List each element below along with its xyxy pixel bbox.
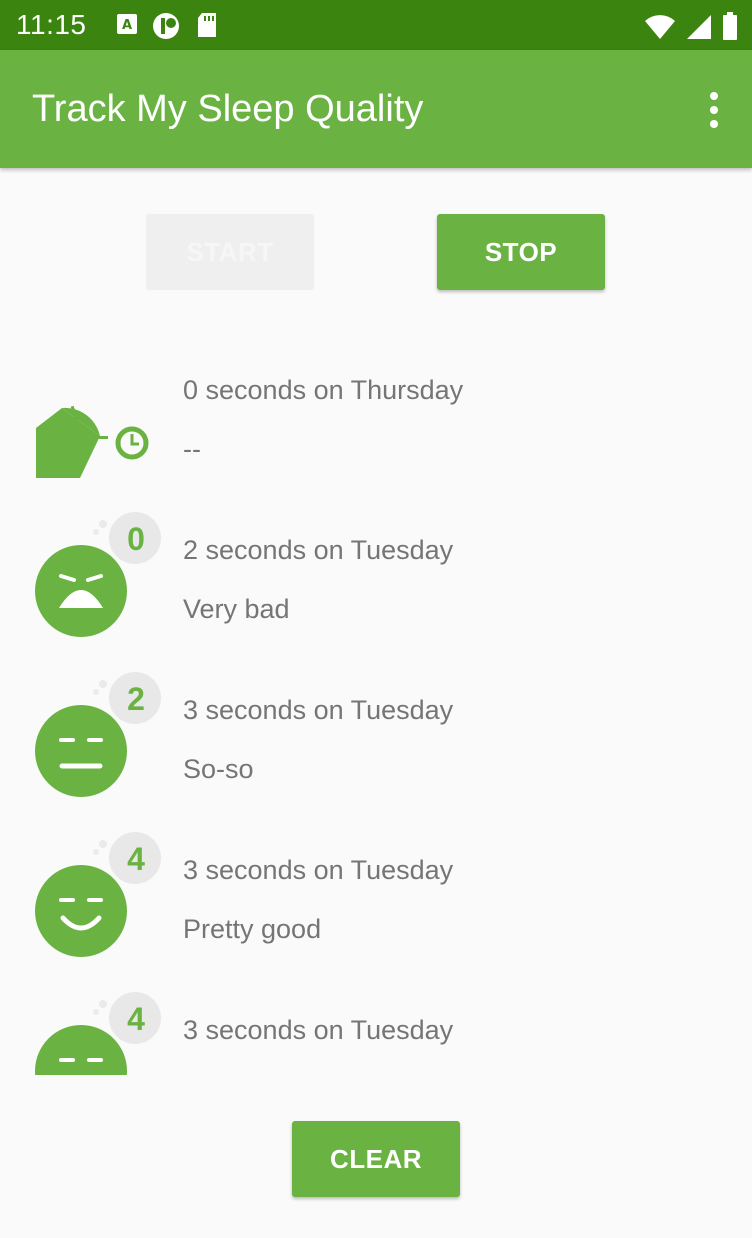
very-bad-face-icon: 0 — [35, 512, 161, 637]
more-vert-icon[interactable] — [706, 92, 722, 128]
night-quality: Very bad — [183, 594, 290, 624]
clear-button[interactable]: CLEAR — [292, 1121, 460, 1197]
status-bar: 11:15 A — [0, 0, 752, 50]
list-item[interactable]: 0 2 seconds on Tuesday Very bad — [0, 500, 752, 660]
face-icon: 4 — [35, 992, 161, 1075]
status-time: 11:15 — [16, 9, 87, 40]
active-sleep-clock-icon — [36, 405, 149, 478]
notification-icons: A — [116, 12, 218, 40]
night-duration: 2 seconds on Tuesday — [183, 535, 454, 565]
list-item[interactable]: 4 3 seconds on Tuesday — [0, 980, 752, 1075]
wifi-icon — [645, 15, 675, 39]
rating-badge: 4 — [127, 1001, 145, 1037]
svg-text:A: A — [122, 18, 132, 33]
signal-icon — [687, 15, 711, 39]
list-item[interactable]: 2 3 seconds on Tuesday So-so — [0, 660, 752, 820]
rating-badge: 2 — [127, 681, 145, 717]
rating-badge: 0 — [127, 521, 145, 557]
list-item[interactable]: 4 3 seconds on Tuesday Pretty good — [0, 820, 752, 980]
night-duration: 3 seconds on Tuesday — [183, 1015, 454, 1045]
list-item[interactable]: 0 seconds on Thursday -- — [0, 340, 752, 500]
pretty-good-face-icon: 4 — [35, 832, 161, 957]
night-duration: 3 seconds on Tuesday — [183, 855, 454, 885]
app-notification-icon — [153, 13, 179, 39]
sd-card-icon — [198, 13, 216, 37]
night-quality: So-so — [183, 754, 254, 784]
sleep-nights-list[interactable]: 0 seconds on Thursday -- 0 2 seconds on … — [0, 340, 752, 1075]
stop-button[interactable]: STOP — [437, 214, 605, 290]
app-title: Track My Sleep Quality — [32, 88, 424, 130]
night-quality: Pretty good — [183, 914, 322, 944]
start-button[interactable]: START — [146, 214, 314, 290]
night-duration: 0 seconds on Thursday — [183, 375, 464, 405]
so-so-face-icon: 2 — [35, 672, 161, 797]
night-duration: 3 seconds on Tuesday — [183, 695, 454, 725]
app-bar: Track My Sleep Quality — [0, 50, 752, 168]
rating-badge: 4 — [127, 841, 145, 877]
system-icons — [644, 12, 738, 40]
keyboard-notification-icon: A — [117, 14, 137, 34]
night-quality: -- — [183, 434, 201, 464]
battery-icon — [723, 12, 737, 40]
